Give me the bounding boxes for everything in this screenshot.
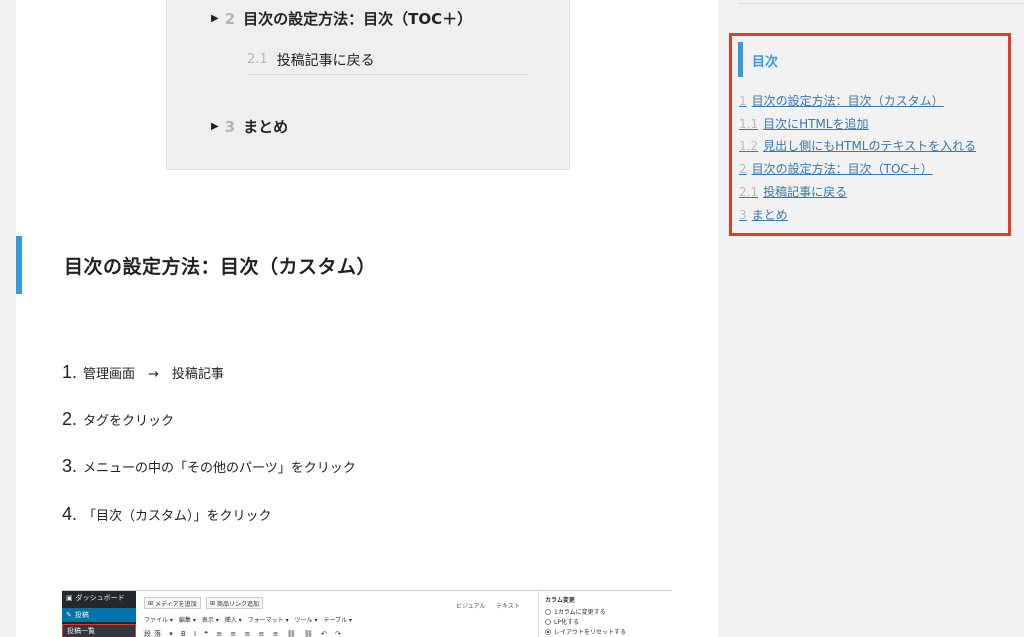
toc-link-number: 2.1	[739, 185, 759, 199]
step-text: タグをクリック	[83, 414, 175, 429]
toc-link[interactable]: 1 目次の設定方法：目次（カスタム）	[739, 92, 944, 109]
toc-link-number: 3	[739, 208, 747, 222]
toc-link-label[interactable]: まとめ	[752, 206, 788, 223]
widget-title: 目次	[752, 55, 779, 70]
wp-editor-area: ⊞ メディアを追加 ⊞ 商品リンク追加 ビジュアル テキスト ファイル ▾ 編集…	[136, 591, 538, 637]
toc-link[interactable]: 2 目次の設定方法：目次（TOC＋）	[739, 160, 933, 177]
radio-option: レイアウトをリセットする	[545, 627, 626, 636]
toc-item-3[interactable]: ▶ 3 まとめ	[211, 116, 288, 137]
section-heading: 目次の設定方法：目次（カスタム）	[64, 256, 377, 278]
panel-title: カラム変更	[545, 597, 575, 604]
toc-link-label[interactable]: 投稿記事に戻る	[763, 183, 847, 200]
wp-menu-posts: ✎ 投稿	[62, 608, 136, 622]
step-text: 「目次（カスタム）」をクリック	[83, 509, 272, 524]
wp-menu-dashboard: ▣ ダッシュボード	[62, 591, 136, 605]
list-item: 1. 管理画面 → 投稿記事	[62, 362, 224, 383]
toc-link[interactable]: 1.1 目次にHTMLを追加	[739, 115, 869, 132]
caret-right-icon[interactable]: ▶	[211, 121, 219, 132]
toc-link-label[interactable]: 目次にHTMLを追加	[763, 115, 868, 132]
editor-screenshot: ▣ ダッシュボード ✎ 投稿 投稿一覧 ⊞ メディアを追加 ⊞ 商品リンク追加 …	[62, 590, 672, 637]
toc-subitem-2-1[interactable]: 2.1 投稿記事に戻る	[247, 45, 529, 75]
button-label: メディアを追加	[155, 600, 197, 608]
step-number: 1.	[62, 362, 78, 382]
toc-link-number: 1.1	[739, 117, 759, 131]
tab-text: テキスト	[496, 603, 520, 610]
radio-label: LP化する	[554, 619, 579, 626]
left-margin	[0, 0, 16, 637]
toc-link-label[interactable]: 見出し側にもHTMLのテキストを入れる	[763, 137, 976, 154]
toc-link-label[interactable]: 目次の設定方法：目次（カスタム）	[752, 92, 944, 109]
toc-link[interactable]: 1.2 見出し側にもHTMLのテキストを入れる	[739, 137, 976, 154]
radio-icon	[545, 618, 551, 625]
list-item: 3. メニューの中の「その他のパーツ」をクリック	[62, 456, 356, 477]
article-toc-box: ▶ 2 目次の設定方法：目次（TOC＋） 2.1 投稿記事に戻る ▶ 3 まとめ	[166, 0, 570, 170]
toc-item-label[interactable]: 目次の設定方法：目次（TOC＋）	[243, 8, 472, 29]
step-text: メニューの中の「その他のパーツ」をクリック	[83, 461, 356, 476]
widget-accent-bar	[738, 42, 743, 77]
toc-item-number: 2.1	[247, 52, 268, 67]
wp-admin-sidebar: ▣ ダッシュボード ✎ 投稿 投稿一覧	[62, 591, 136, 637]
step-number: 3.	[62, 456, 78, 476]
tab-visual: ビジュアル	[456, 603, 486, 610]
toc-item-label[interactable]: まとめ	[243, 116, 288, 137]
button-label: 商品リンク追加	[217, 600, 260, 608]
step-text: 管理画面 → 投稿記事	[83, 367, 224, 382]
radio-icon	[545, 608, 551, 615]
toc-item-number: 3	[224, 117, 236, 136]
toc-link[interactable]: 3 まとめ	[739, 206, 788, 223]
heading-accent-bar	[16, 236, 22, 294]
right-sidebar: 目次 1 目次の設定方法：目次（カスタム） 1.1 目次にHTMLを追加 1.2…	[718, 0, 1024, 637]
toc-link-label[interactable]: 目次の設定方法：目次（TOC＋）	[752, 160, 933, 177]
pin-icon: ✎	[66, 611, 72, 619]
toc-link-number: 2	[739, 162, 747, 176]
product-link-button: ⊞ 商品リンク追加	[206, 597, 264, 609]
radio-option: LP化する	[545, 617, 579, 626]
editor-toolbar: 段落 ▾ B I ❝ ≡ ≡ ≡ ≡ ≡ ⛓ ⛓ ↶ ↷	[144, 630, 344, 637]
list-item: 4. 「目次（カスタム）」をクリック	[62, 504, 272, 525]
wp-menu-label: 投稿一覧	[67, 627, 95, 635]
radio-label: レイアウトをリセットする	[554, 629, 627, 636]
toc-widget: 目次 1 目次の設定方法：目次（カスタム） 1.1 目次にHTMLを追加 1.2…	[729, 33, 1011, 236]
dashboard-icon: ▣	[66, 594, 73, 602]
radio-option: 1カラムに変更する	[545, 607, 606, 616]
radio-icon	[545, 628, 551, 635]
media-icon: ⊞	[148, 599, 154, 607]
main-content: ▶ 2 目次の設定方法：目次（TOC＋） 2.1 投稿記事に戻る ▶ 3 まとめ…	[16, 0, 718, 637]
step-number: 2.	[62, 409, 78, 429]
toc-item-2[interactable]: ▶ 2 目次の設定方法：目次（TOC＋）	[211, 8, 472, 29]
caret-right-icon[interactable]: ▶	[211, 13, 219, 24]
toc-link-number: 1.2	[739, 139, 759, 153]
list-item: 2. タグをクリック	[62, 409, 174, 430]
link-icon: ⊞	[210, 599, 216, 607]
wp-menu-label: 投稿	[74, 611, 89, 619]
add-media-button: ⊞ メディアを追加	[144, 597, 201, 609]
toc-item-label[interactable]: 投稿記事に戻る	[277, 50, 375, 70]
toc-item-number: 2	[224, 9, 236, 28]
wp-menu-label: ダッシュボード	[75, 594, 125, 602]
wp-menu-all-posts: 投稿一覧	[62, 624, 136, 637]
radio-label: 1カラムに変更する	[554, 609, 606, 616]
editor-menubar: ファイル ▾ 編集 ▾ 表示 ▾ 挿入 ▾ フォーマット ▾ ツール ▾ テーブ…	[144, 617, 353, 624]
divider	[738, 0, 1024, 4]
toc-link[interactable]: 2.1 投稿記事に戻る	[739, 183, 847, 200]
toc-link-number: 1	[739, 94, 747, 108]
step-number: 4.	[62, 504, 78, 524]
wp-column-panel: カラム変更 1カラムに変更する LP化する レイアウトをリセットする	[538, 591, 672, 637]
